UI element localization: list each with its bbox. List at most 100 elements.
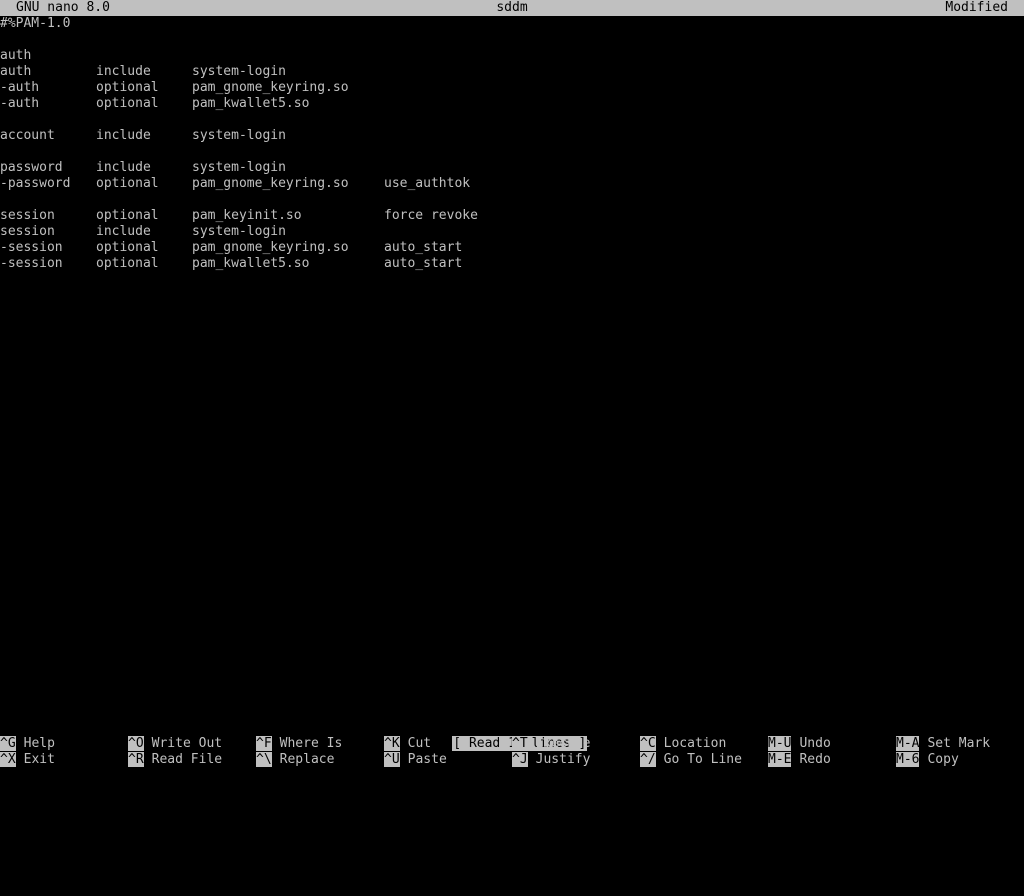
line-field: include (96, 224, 151, 239)
line-field: optional (96, 208, 159, 223)
shortcut-bar-bottom: ^X Exit ^R Read File ^\ Replace ^U Paste ^J J… (0, 752, 1024, 768)
text-line[interactable]: -session optional pam_gnome_keyring.so auto… (0, 240, 1024, 256)
line-field: #%PAM-1.0 (0, 16, 71, 31)
shortcut-key: ^X (0, 752, 16, 767)
line-field: include (96, 160, 151, 175)
line-field: include (96, 128, 151, 143)
shortcut-key: M-E (768, 752, 792, 767)
text-line[interactable]: session include system-login (0, 224, 1024, 240)
line-field: -session (0, 240, 63, 255)
text-line[interactable]: -password optional pam_gnome_keyring.so use… (0, 176, 1024, 192)
shortcut-label: Copy (927, 752, 959, 767)
shortcut-redo[interactable]: M-E Redo (768, 752, 831, 768)
text-line[interactable]: password include system-login (0, 160, 1024, 176)
shortcut-read-file[interactable]: ^R Read File (128, 752, 222, 768)
shortcut-key: ^F (256, 736, 272, 751)
title-bar: sddm GNU nano 8.0 Modified (0, 0, 1024, 16)
shortcut-paste[interactable]: ^U Paste (384, 752, 447, 768)
shortcut-label: Go To Line (663, 752, 742, 767)
shortcut-execute[interactable]: ^T Execute (512, 736, 590, 752)
shortcut-key: ^U (384, 752, 400, 767)
shortcut-key: M-6 (896, 752, 920, 767)
text-line[interactable]: session optional pam_keyinit.so force revok… (0, 208, 1024, 224)
shortcut-key: ^K (384, 736, 400, 751)
shortcut-cut[interactable]: ^K Cut (384, 736, 431, 752)
text-line[interactable] (0, 32, 1024, 48)
line-field: -session (0, 256, 63, 271)
line-field: auto_start (384, 240, 463, 255)
shortcut-label: Replace (279, 752, 335, 767)
text-line[interactable]: auth include system-login (0, 64, 1024, 80)
line-field: include (96, 64, 151, 79)
status-bar: [ Read 15 lines ] (0, 720, 1024, 751)
shortcut-key: ^J (512, 752, 528, 767)
shortcut-label: Read File (151, 752, 223, 767)
shortcut-justify[interactable]: ^J Justify (512, 752, 590, 768)
shortcut-key: ^/ (640, 752, 656, 767)
editor-area[interactable]: #%PAM-1.0 auth auth include system-login -… (0, 16, 1024, 720)
shortcut-label: Redo (799, 752, 831, 767)
text-line[interactable] (0, 192, 1024, 208)
line-field: pam_kwallet5.so (192, 256, 310, 271)
shortcut-undo[interactable]: M-U Undo (768, 736, 831, 752)
shortcut-label: Cut (407, 736, 432, 751)
shortcut-location[interactable]: ^C Location (640, 736, 726, 752)
modified-indicator: Modified (945, 0, 1008, 15)
line-field: account (0, 128, 55, 143)
line-field: system-login (192, 224, 286, 239)
shortcut-where-is[interactable]: ^F Where Is (256, 736, 342, 752)
shortcut-label: Exit (23, 752, 55, 767)
text-line[interactable]: -auth optional pam_kwallet5.so (0, 96, 1024, 112)
line-field: optional (96, 256, 159, 271)
line-field: system-login (192, 64, 286, 79)
line-field: password (0, 160, 63, 175)
shortcut-label: Execute (535, 736, 591, 751)
shortcut-label: Write Out (151, 736, 223, 751)
line-field: pam_gnome_keyring.so (192, 240, 349, 255)
line-field: system-login (192, 160, 286, 175)
shortcut-help[interactable]: ^G Help (0, 736, 55, 752)
line-field: pam_keyinit.so (192, 208, 302, 223)
line-field: optional (96, 176, 159, 191)
line-field: system-login (192, 128, 286, 143)
line-field: pam_kwallet5.so (192, 96, 310, 111)
line-field: -auth (0, 96, 40, 111)
line-field: use_authtok (384, 176, 471, 191)
text-line[interactable]: -session optional pam_kwallet5.so auto_star… (0, 256, 1024, 272)
text-line[interactable]: auth (0, 48, 1024, 64)
line-field: auth (0, 64, 32, 79)
editor-version: GNU nano 8.0 (16, 0, 110, 15)
shortcut-key: ^O (128, 736, 144, 751)
shortcut-copy[interactable]: M-6 Copy (896, 752, 959, 768)
shortcut-key: ^\ (256, 752, 272, 767)
shortcut-label: Where Is (279, 736, 343, 751)
shortcut-write-out[interactable]: ^O Write Out (128, 736, 222, 752)
shortcut-replace[interactable]: ^\ Replace (256, 752, 334, 768)
text-line[interactable]: #%PAM-1.0 (0, 16, 1024, 32)
text-line[interactable]: account include system-login (0, 128, 1024, 144)
line-field: session (0, 208, 55, 223)
shortcut-go-to-line[interactable]: ^/ Go To Line (640, 752, 742, 768)
shortcut-exit[interactable]: ^X Exit (0, 752, 55, 768)
text-line[interactable] (0, 144, 1024, 160)
shortcut-label: Help (23, 736, 55, 751)
shortcut-key: ^R (128, 752, 144, 767)
file-name: sddm (496, 0, 528, 15)
text-line[interactable]: -auth optional pam_gnome_keyring.so (0, 80, 1024, 96)
line-field: auth (0, 48, 32, 63)
line-field: optional (96, 80, 159, 95)
shortcut-key: ^C (640, 736, 656, 751)
shortcut-key: ^T (512, 736, 528, 751)
line-field: -auth (0, 80, 40, 95)
text-line[interactable] (0, 112, 1024, 128)
shortcut-bar-top: ^G Help ^O Write Out ^F Where Is ^K Cut ^T Ex… (0, 736, 1024, 752)
line-field: optional (96, 240, 159, 255)
line-field: -password (0, 176, 71, 191)
shortcut-key: M-U (768, 736, 792, 751)
shortcut-label: Paste (407, 752, 447, 767)
shortcut-set-mark[interactable]: M-A Set Mark (896, 736, 990, 752)
shortcut-key: M-A (896, 736, 920, 751)
line-field: pam_gnome_keyring.so (192, 80, 349, 95)
shortcut-label: Set Mark (927, 736, 991, 751)
line-field: force revoke (384, 208, 478, 223)
